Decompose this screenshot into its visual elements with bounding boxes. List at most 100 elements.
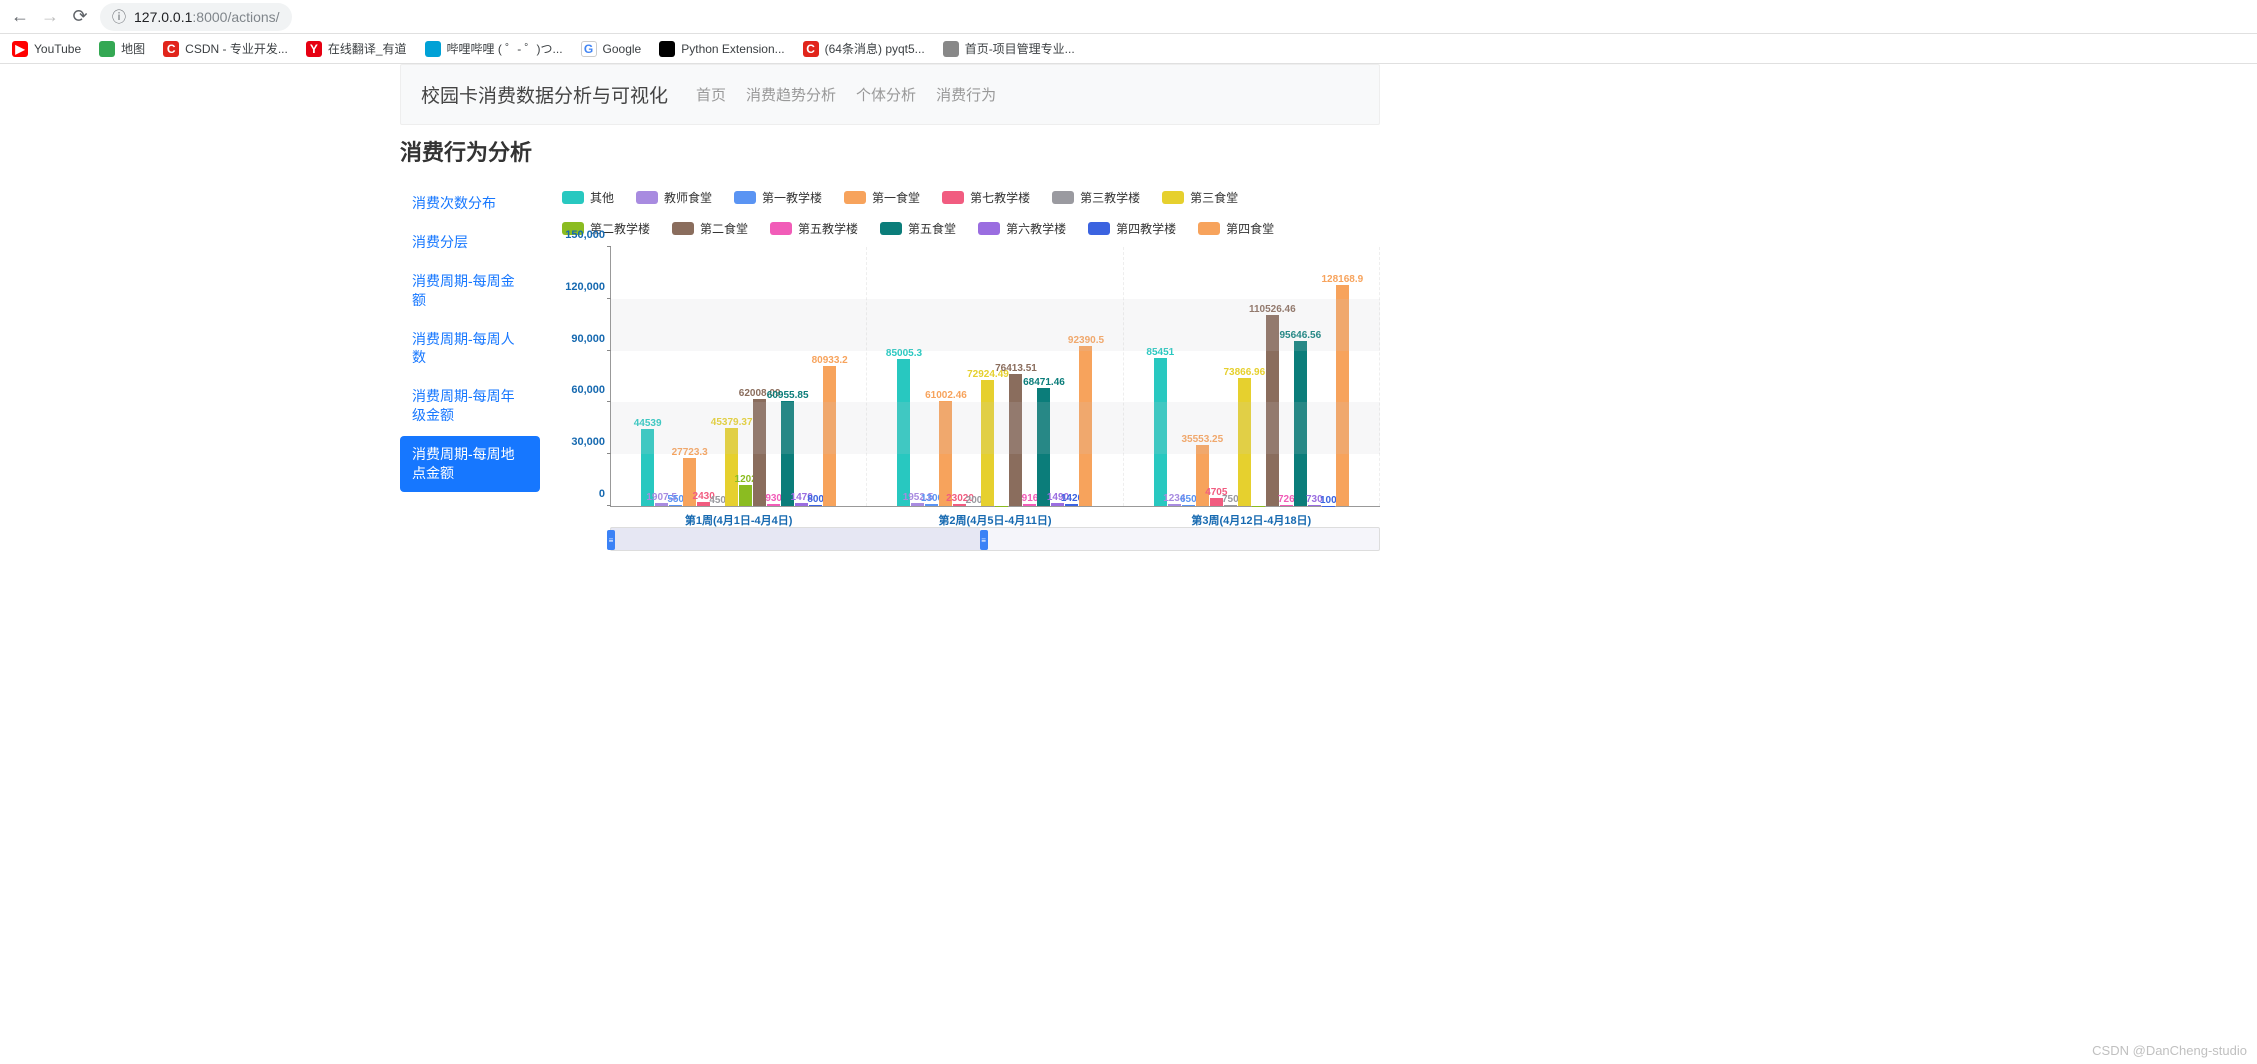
bar[interactable]: 4705	[1210, 498, 1223, 506]
legend-item[interactable]: 第三教学楼	[1052, 189, 1140, 206]
sidebar-item[interactable]: 消费周期-每周年级金额	[400, 378, 540, 434]
legend-item[interactable]: 教师食堂	[636, 189, 712, 206]
sidebar-item[interactable]: 消费周期-每周地点金额	[400, 436, 540, 492]
legend-label: 第五食堂	[908, 220, 956, 237]
chart-area: 其他教师食堂第一教学楼第一食堂第七教学楼第三教学楼第三食堂第二教学楼第二食堂第五…	[560, 185, 1380, 551]
bookmark-icon: C	[163, 41, 179, 57]
bar-label: 800	[807, 494, 824, 505]
bookmark-item[interactable]: 地图	[99, 40, 145, 57]
back-icon[interactable]: ←	[10, 7, 30, 27]
reload-icon[interactable]: ⟳	[70, 7, 90, 27]
legend-swatch	[770, 222, 792, 235]
bookmark-item[interactable]: ▶ YouTube	[12, 41, 81, 57]
bar-label: 61002.46	[925, 390, 967, 401]
site-header: 校园卡消费数据分析与可视化 首页 消费趋势分析 个体分析 消费行为	[400, 64, 1380, 125]
legend-item[interactable]: 第三食堂	[1162, 189, 1238, 206]
y-tick-label: 90,000	[559, 333, 605, 345]
bar-label: 650	[1180, 494, 1197, 505]
nav-link[interactable]: 个体分析	[856, 87, 916, 104]
bar-label: 916	[1022, 493, 1039, 504]
sidebar-item[interactable]: 消费周期-每周人数	[400, 321, 540, 377]
bar-label: 100	[1320, 495, 1337, 506]
bar-label: 450	[709, 495, 726, 506]
bar[interactable]: 1202	[739, 485, 752, 506]
y-tick-label: 30,000	[559, 436, 605, 448]
address-bar[interactable]: ⓘ 127.0.0.1:8000/actions/	[100, 3, 292, 31]
bookmark-item[interactable]: 哔哩哔哩 ( ゜- ゜)つ...	[425, 40, 563, 57]
zoom-handle-left[interactable]: ≡	[607, 530, 615, 550]
bookmark-item[interactable]: C (64条消息) pyqt5...	[803, 40, 925, 57]
bookmark-icon: C	[803, 41, 819, 57]
y-tick-label: 60,000	[559, 384, 605, 396]
legend-label: 第一教学楼	[762, 189, 822, 206]
bookmark-label: (64条消息) pyqt5...	[825, 40, 925, 57]
bookmark-label: 首页-项目管理专业...	[965, 40, 1075, 57]
legend-label: 教师食堂	[664, 189, 712, 206]
watermark: CSDN @DanCheng-studio	[2092, 1043, 2247, 1058]
sidebar-item[interactable]: 消费分层	[400, 224, 540, 261]
bookmark-label: Python Extension...	[681, 42, 784, 56]
nav-link[interactable]: 消费趋势分析	[746, 87, 836, 104]
bar-group: 85451123465035553.25470575073866.9611052…	[1124, 247, 1380, 506]
chart-zoom-slider[interactable]: ≡ ≡	[610, 527, 1380, 551]
legend-item[interactable]: 第四食堂	[1198, 220, 1274, 237]
legend-item[interactable]: 第七教学楼	[942, 189, 1030, 206]
bar-label: 68471.46	[1023, 377, 1065, 388]
legend-swatch	[734, 191, 756, 204]
bar-label: 80933.2	[812, 355, 848, 366]
legend-label: 其他	[590, 189, 614, 206]
bookmark-icon: Y	[306, 41, 322, 57]
legend-swatch	[562, 191, 584, 204]
bar-label: 550	[667, 494, 684, 505]
nav-link[interactable]: 消费行为	[936, 87, 996, 104]
sidebar-item[interactable]: 消费次数分布	[400, 185, 540, 222]
legend-label: 第四教学楼	[1116, 220, 1176, 237]
legend-label: 第一食堂	[872, 189, 920, 206]
forward-icon[interactable]: →	[40, 7, 60, 27]
bar-label: 930	[765, 493, 782, 504]
bar-label: 73866.96	[1223, 367, 1265, 378]
chart-plot[interactable]: 445391907.555027723.3243045045379.371202…	[610, 247, 1380, 507]
browser-toolbar: ← → ⟳ ⓘ 127.0.0.1:8000/actions/	[0, 0, 2257, 34]
brand: 校园卡消费数据分析与可视化	[421, 81, 668, 108]
bar-label: 200	[966, 495, 983, 506]
bookmark-item[interactable]: Y在线翻译_有道	[306, 40, 407, 57]
bookmark-item[interactable]: G Google	[581, 41, 642, 57]
zoom-handle-right[interactable]: ≡	[980, 530, 988, 550]
y-tick-label: 150,000	[559, 229, 605, 241]
bookmark-label: Google	[603, 42, 642, 56]
bookmark-label: 地图	[121, 40, 145, 57]
legend-swatch	[1052, 191, 1074, 204]
legend-item[interactable]: 第二食堂	[672, 220, 748, 237]
y-tick-label: 0	[559, 488, 605, 500]
legend-label: 第五教学楼	[798, 220, 858, 237]
nav-link[interactable]: 首页	[696, 87, 726, 104]
bookmark-label: 哔哩哔哩 ( ゜- ゜)つ...	[447, 40, 563, 57]
url: 127.0.0.1:8000/actions/	[134, 9, 280, 25]
legend-item[interactable]: 第一教学楼	[734, 189, 822, 206]
legend-item[interactable]: 第一食堂	[844, 189, 920, 206]
bookmarks-bar: ▶ YouTube 地图 CCSDN - 专业开发... Y在线翻译_有道 哔哩哔哩 ( …	[0, 34, 2257, 64]
legend-swatch	[844, 191, 866, 204]
bookmark-label: YouTube	[34, 42, 81, 56]
sidebar: 消费次数分布消费分层消费周期-每周金额消费周期-每周人数消费周期-每周年级金额消…	[400, 185, 540, 551]
bar-label: 128168.9	[1321, 274, 1363, 285]
bar-label: 726	[1278, 494, 1295, 505]
site-info-icon[interactable]: ⓘ	[112, 7, 126, 27]
bookmark-icon	[425, 41, 441, 57]
bookmark-icon: G	[581, 41, 597, 57]
legend-item[interactable]: 第六教学楼	[978, 220, 1066, 237]
legend-item[interactable]: 第五教学楼	[770, 220, 858, 237]
legend-item[interactable]: 第五食堂	[880, 220, 956, 237]
bookmark-item[interactable]: 首页-项目管理专业...	[943, 40, 1075, 57]
x-tick-label: 第2周(4月5日-4月11日)	[867, 506, 1122, 528]
bar-group: 85005.31952.5130061002.462302020072924.4…	[867, 247, 1123, 506]
bookmark-item[interactable]: CCSDN - 专业开发...	[163, 40, 288, 57]
bar-label: 76413.51	[995, 363, 1037, 374]
bookmark-item[interactable]: Python Extension...	[659, 41, 784, 57]
bookmark-icon: ▶	[12, 41, 28, 57]
legend-item[interactable]: 第四教学楼	[1088, 220, 1176, 237]
legend-item[interactable]: 其他	[562, 189, 614, 206]
sidebar-item[interactable]: 消费周期-每周金额	[400, 263, 540, 319]
bookmark-icon	[99, 41, 115, 57]
